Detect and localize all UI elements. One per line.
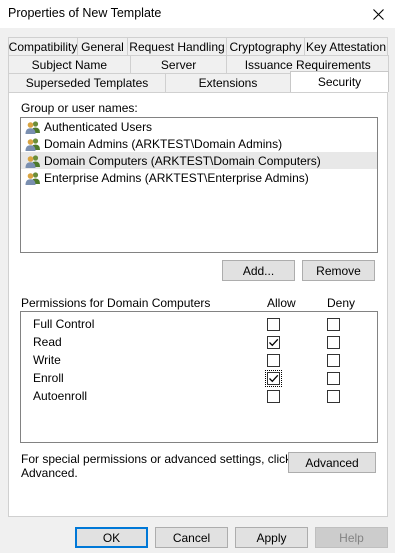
tab-cryptography[interactable]: Cryptography xyxy=(226,37,305,56)
allow-checkbox[interactable] xyxy=(267,318,280,331)
user-list[interactable]: Authenticated Users Domain Admins (ARKTES… xyxy=(20,117,378,253)
permission-row: Write xyxy=(21,351,377,369)
permission-row: Autoenroll xyxy=(21,387,377,405)
tab-subject-name[interactable]: Subject Name xyxy=(8,55,131,74)
checkmark-icon xyxy=(269,338,279,347)
permission-row: Enroll xyxy=(21,369,377,387)
tab-key-attestation[interactable]: Key Attestation xyxy=(304,37,388,56)
user-list-item[interactable]: Domain Admins (ARKTEST\Domain Admins) xyxy=(21,135,377,152)
apply-button[interactable]: Apply xyxy=(235,527,308,548)
ok-button[interactable]: OK xyxy=(75,527,148,548)
user-group-icon xyxy=(25,154,41,168)
permission-name: Write xyxy=(33,353,61,367)
user-list-item[interactable]: Enterprise Admins (ARKTEST\Enterprise Ad… xyxy=(21,169,377,186)
user-list-item[interactable]: Domain Computers (ARKTEST\Domain Compute… xyxy=(21,152,377,169)
user-name: Domain Admins (ARKTEST\Domain Admins) xyxy=(44,136,283,151)
dialog-footer: OK Cancel Apply Help xyxy=(0,517,395,553)
tab-superseded-templates[interactable]: Superseded Templates xyxy=(8,73,166,92)
user-name: Domain Computers (ARKTEST\Domain Compute… xyxy=(44,153,321,168)
cancel-button[interactable]: Cancel xyxy=(155,527,228,548)
advanced-hint-text: For special permissions or advanced sett… xyxy=(21,452,292,466)
help-button[interactable]: Help xyxy=(315,527,388,548)
security-panel: Group or user names: Authenticated Users… xyxy=(8,92,388,517)
allow-checkbox[interactable] xyxy=(265,370,282,387)
deny-checkbox[interactable] xyxy=(327,336,340,349)
tab-general[interactable]: General xyxy=(77,37,128,56)
checkmark-icon xyxy=(269,374,279,383)
user-group-icon xyxy=(25,137,41,151)
deny-checkbox[interactable] xyxy=(327,354,340,367)
tab-security[interactable]: Security xyxy=(290,71,389,92)
deny-header: Deny xyxy=(327,296,356,310)
tab-server[interactable]: Server xyxy=(129,55,228,74)
user-name: Enterprise Admins (ARKTEST\Enterprise Ad… xyxy=(44,170,309,185)
permission-row: Full Control xyxy=(21,315,377,333)
permission-name: Enroll xyxy=(33,371,64,385)
close-button[interactable] xyxy=(361,0,395,28)
advanced-button[interactable]: Advanced xyxy=(288,452,376,473)
remove-button[interactable]: Remove xyxy=(302,260,375,281)
advanced-hint-text-2: Advanced. xyxy=(21,466,78,480)
title-bar: Properties of New Template xyxy=(0,0,395,28)
tab-compatibility[interactable]: Compatibility xyxy=(8,37,78,56)
permissions-label: Permissions for Domain Computers xyxy=(21,296,211,310)
permission-row: Read xyxy=(21,333,377,351)
allow-checkbox[interactable] xyxy=(267,336,280,349)
window-title: Properties of New Template xyxy=(8,6,162,20)
deny-checkbox[interactable] xyxy=(327,318,340,331)
allow-checkbox[interactable] xyxy=(267,390,280,403)
permission-name: Full Control xyxy=(33,317,95,331)
group-names-label: Group or user names: xyxy=(21,101,138,115)
user-group-icon xyxy=(25,120,41,134)
allow-checkbox[interactable] xyxy=(267,354,280,367)
user-group-icon xyxy=(25,171,41,185)
deny-checkbox[interactable] xyxy=(327,390,340,403)
tab-row-1: Compatibility General Request Handling C… xyxy=(8,37,388,56)
close-icon xyxy=(372,8,384,20)
add-button[interactable]: Add... xyxy=(222,260,295,281)
tab-row-3: Superseded Templates Extensions Security xyxy=(8,71,389,92)
permissions-list: Full Control Read Write Enroll Autoenroll xyxy=(20,311,378,443)
user-name: Authenticated Users xyxy=(44,119,153,134)
permission-name: Read xyxy=(33,335,62,349)
permission-name: Autoenroll xyxy=(33,389,88,403)
tab-request-handling[interactable]: Request Handling xyxy=(127,37,227,56)
user-list-item[interactable]: Authenticated Users xyxy=(21,118,377,135)
deny-checkbox[interactable] xyxy=(327,372,340,385)
tab-extensions[interactable]: Extensions xyxy=(165,73,291,92)
allow-header: Allow xyxy=(267,296,296,310)
